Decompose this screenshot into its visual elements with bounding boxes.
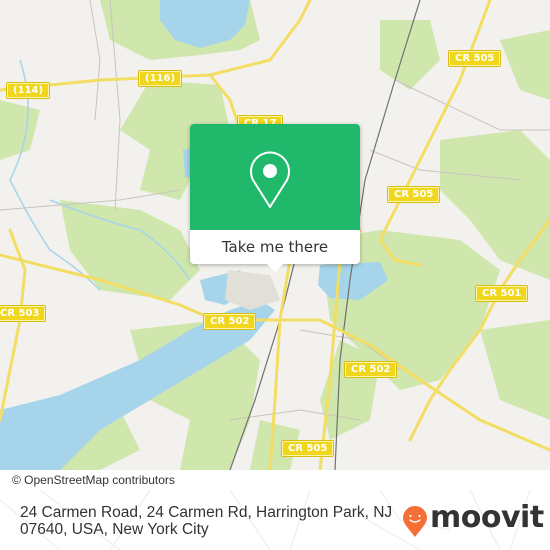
map[interactable]: (116) (114) CR 17 CR 505 CR 505 CR 505 C… bbox=[0, 0, 550, 470]
address-text: 24 Carmen Road, 24 Carmen Rd, Harrington… bbox=[20, 504, 393, 538]
road-shield-cr-505-north: CR 505 bbox=[449, 51, 501, 66]
road-shield-cr-502-east: CR 502 bbox=[345, 362, 397, 377]
minor-road bbox=[89, 0, 101, 121]
park-area bbox=[500, 30, 550, 100]
road-shield-114: (114) bbox=[7, 83, 50, 98]
road-shield-cr-505-mid: CR 505 bbox=[388, 187, 440, 202]
popup-header bbox=[190, 124, 360, 230]
park-area bbox=[60, 200, 200, 300]
built-area bbox=[225, 270, 280, 310]
map-attribution[interactable]: © OpenStreetMap contributors bbox=[0, 470, 232, 490]
road-shield-cr-503: CR 503 bbox=[0, 306, 46, 321]
map-pin-icon bbox=[250, 151, 290, 208]
take-me-there-button[interactable]: Take me there bbox=[190, 230, 360, 264]
road-shield-cr-502-west: CR 502 bbox=[204, 314, 256, 329]
footer: 24 Carmen Road, 24 Carmen Rd, Harrington… bbox=[0, 490, 550, 550]
popup-pointer bbox=[266, 263, 284, 272]
road-shield-cr-501: CR 501 bbox=[476, 286, 528, 301]
location-popup: Take me there bbox=[190, 124, 360, 272]
moovit-pin-logo-icon bbox=[403, 506, 427, 537]
park-area bbox=[0, 100, 40, 160]
road-shield-cr-505-south: CR 505 bbox=[282, 441, 334, 456]
park-area bbox=[480, 320, 550, 420]
road-shield-116: (116) bbox=[139, 71, 182, 86]
moovit-brand-text: moovit bbox=[430, 500, 544, 535]
